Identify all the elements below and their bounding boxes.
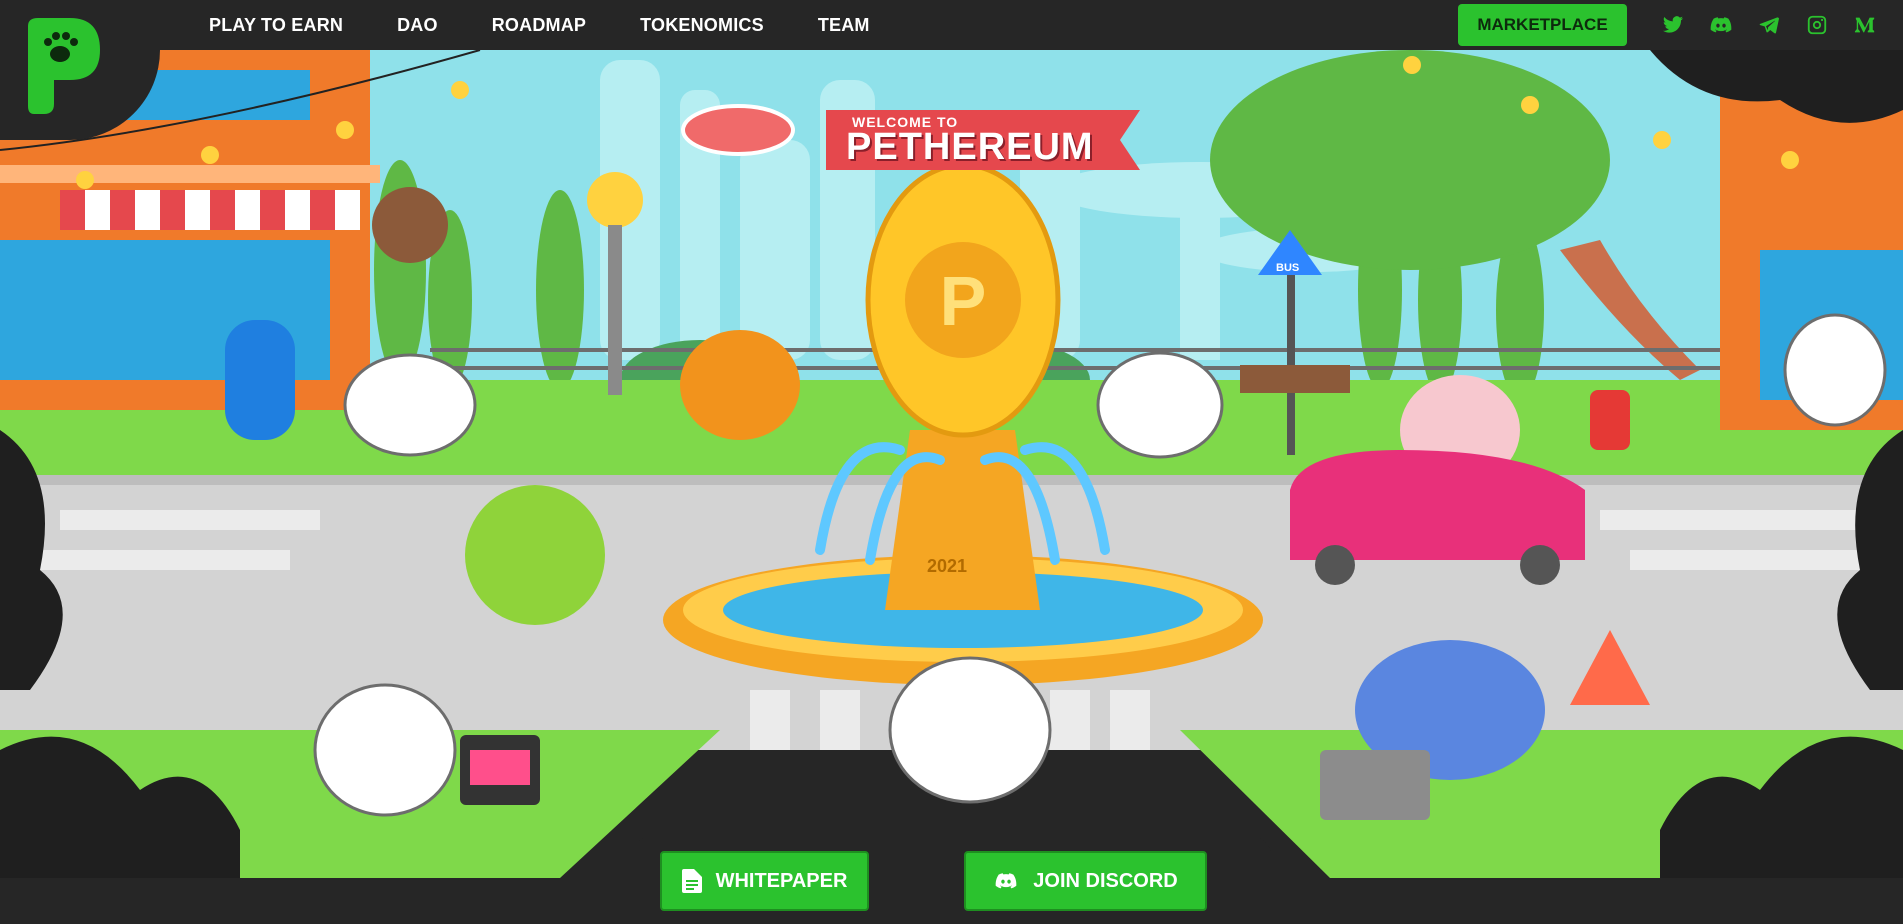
fountain-year: 2021	[927, 556, 968, 576]
document-icon	[681, 869, 702, 893]
nav-link-roadmap[interactable]: ROADMAP	[492, 15, 586, 36]
instagram-link[interactable]	[1793, 5, 1841, 45]
discord-icon	[1710, 17, 1732, 33]
discord-link[interactable]	[1697, 5, 1745, 45]
bottom-band-right	[1272, 878, 1903, 924]
city-illustration: P	[0, 50, 1903, 878]
medium-link[interactable]	[1841, 5, 1889, 45]
nav-link-team[interactable]: TEAM	[818, 15, 870, 36]
svg-text:P: P	[940, 262, 987, 340]
medium-icon	[1854, 17, 1875, 33]
landing-page: P WELCOME TO PETHEREUM BUS 2021 PLAY TO …	[0, 0, 1903, 924]
marketplace-button[interactable]: MARKETPLACE	[1458, 4, 1627, 46]
top-navbar: PLAY TO EARN DAO ROADMAP TOKENOMICS TEAM…	[0, 0, 1903, 50]
nav-right: MARKETPLACE	[1458, 0, 1903, 50]
twitter-link[interactable]	[1649, 5, 1697, 45]
hero-scene: P WELCOME TO PETHEREUM BUS 2021	[0, 50, 1903, 878]
telegram-link[interactable]	[1745, 5, 1793, 45]
whitepaper-label: WHITEPAPER	[715, 869, 848, 892]
whitepaper-button[interactable]: WHITEPAPER	[660, 851, 869, 911]
banner-title: PETHEREUM	[846, 126, 1094, 168]
nav-link-tokenomics[interactable]: TOKENOMICS	[640, 15, 764, 36]
telegram-icon	[1759, 17, 1779, 34]
nav-link-dao[interactable]: DAO	[397, 15, 438, 36]
pethereum-logo[interactable]	[18, 18, 100, 114]
twitter-icon	[1662, 16, 1684, 33]
bus-sign-text: BUS	[1276, 262, 1300, 274]
instagram-icon	[1807, 15, 1827, 35]
discord-icon	[995, 873, 1017, 889]
nav-links: PLAY TO EARN DAO ROADMAP TOKENOMICS TEAM	[209, 0, 924, 50]
join-discord-button[interactable]: JOIN DISCORD	[964, 851, 1207, 911]
social-links	[1649, 5, 1889, 45]
cta-bar: WHITEPAPER JOIN DISCORD	[631, 836, 1272, 924]
welcome-banner: WELCOME TO PETHEREUM	[826, 108, 1142, 168]
nav-link-play-to-earn[interactable]: PLAY TO EARN	[209, 15, 343, 36]
join-discord-label: JOIN DISCORD	[1033, 869, 1178, 892]
bottom-band-left	[0, 878, 631, 924]
